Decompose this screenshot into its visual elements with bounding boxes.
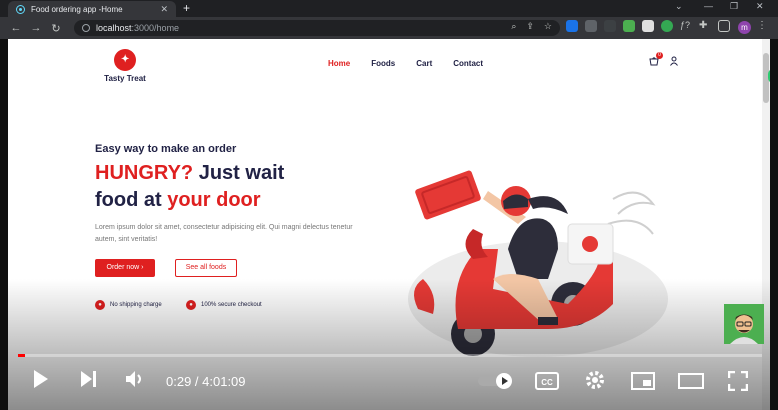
extension-icon-1[interactable]: [566, 20, 578, 32]
svg-text:CC: CC: [541, 378, 553, 387]
reload-icon[interactable]: ↻: [46, 22, 66, 35]
page-scrollbar[interactable]: [762, 39, 770, 410]
share-icon[interactable]: ⇪: [526, 21, 534, 32]
close-tab-icon[interactable]: ✕: [160, 4, 168, 15]
puzzle-icon[interactable]: ✚: [699, 20, 711, 32]
react-icon: [16, 4, 25, 14]
nav-foods[interactable]: Foods: [371, 59, 395, 68]
url-path: :3000/home: [131, 23, 180, 33]
feature-shipping: ● No shipping charge: [95, 300, 162, 310]
feature-secure-label: 100% secure checkout: [201, 302, 262, 308]
main-nav: Home Foods Cart Contact: [328, 59, 483, 68]
closed-captions-icon[interactable]: CC: [535, 372, 559, 390]
next-video-icon[interactable]: [80, 369, 98, 389]
autoplay-toggle[interactable]: [478, 372, 514, 390]
video-progress-bar[interactable]: [18, 354, 762, 357]
play-icon[interactable]: [32, 369, 50, 389]
delivery-scooter-illustration: [408, 170, 668, 357]
extension-icon-5[interactable]: [642, 20, 654, 32]
close-window-button[interactable]: ✕: [756, 1, 764, 12]
headline-just-wait: Just wait: [193, 162, 285, 184]
address-bar[interactable]: localhost :3000/home ⌕ ⇪ ☆: [74, 20, 560, 36]
headline-hungry: HUNGRY?: [95, 162, 194, 184]
hero-eyebrow: Easy way to make an order: [95, 143, 237, 155]
miniplayer-icon[interactable]: [631, 372, 655, 390]
brand-name: Tasty Treat: [104, 74, 146, 83]
new-tab-button[interactable]: +: [183, 1, 190, 15]
shield-check-icon: ●: [186, 300, 196, 310]
menu-icon[interactable]: ⋮: [757, 20, 769, 32]
info-icon[interactable]: [82, 24, 90, 32]
nav-home[interactable]: Home: [328, 59, 350, 68]
url-host: localhost: [96, 23, 132, 33]
fullscreen-icon[interactable]: [728, 371, 748, 391]
feature-shipping-label: No shipping charge: [110, 302, 162, 308]
order-now-button[interactable]: Order now ›: [95, 259, 155, 277]
hero-description: Lorem ipsum dolor sit amet, consectetur …: [95, 224, 353, 243]
extension-icon-4[interactable]: [623, 20, 635, 32]
profile-avatar[interactable]: m: [738, 21, 751, 34]
video-player[interactable]: ✦ Tasty Treat Home Foods Cart Contact 0 …: [8, 39, 770, 410]
extension-icon-3[interactable]: [604, 20, 616, 32]
settings-gear-icon[interactable]: [584, 369, 606, 391]
forward-icon[interactable]: →: [26, 22, 46, 34]
hero-headline: HUNGRY? Just wait food at your door: [95, 160, 284, 214]
zoom-icon[interactable]: ⌕: [511, 21, 516, 32]
side-panel-icon[interactable]: [718, 20, 730, 32]
maximize-button[interactable]: ❐: [730, 1, 738, 12]
theater-mode-icon[interactable]: [678, 372, 704, 390]
see-all-foods-button[interactable]: See all foods: [175, 259, 237, 277]
user-icon[interactable]: [669, 56, 679, 66]
bookmark-star-icon[interactable]: ☆: [544, 21, 552, 32]
presenter-avatar-thumbnail: [724, 304, 764, 344]
headline-your-door: your door: [167, 189, 261, 211]
car-icon: ●: [95, 300, 105, 310]
video-time: 0:29 / 4:01:09: [166, 374, 246, 389]
browser-tabbar: Food ordering app -Home ✕ + ⌄ — ❐ ✕: [0, 0, 778, 17]
browser-toolbar: ← → ↻ localhost :3000/home ⌕ ⇪ ☆ ƒ? ✚ m …: [0, 17, 778, 39]
nav-contact[interactable]: Contact: [453, 59, 483, 68]
headline-food-at: food at: [95, 189, 168, 211]
tab-search-icon[interactable]: ⌄: [675, 1, 683, 12]
browser-tab[interactable]: Food ordering app -Home ✕: [8, 1, 176, 17]
brand-logo[interactable]: ✦ Tasty Treat: [100, 49, 150, 83]
logo-icon: ✦: [114, 49, 136, 71]
volume-icon[interactable]: [125, 369, 145, 389]
video-progress-fill: [18, 354, 26, 357]
tab-title: Food ordering app -Home: [31, 4, 123, 14]
cart-count-badge: 0: [656, 52, 663, 59]
back-icon[interactable]: ←: [6, 22, 26, 34]
nav-cart[interactable]: Cart: [416, 59, 432, 68]
screen: Food ordering app -Home ✕ + ⌄ — ❐ ✕ ← → …: [0, 0, 778, 410]
extension-icon-2[interactable]: [585, 20, 597, 32]
presenter-avatar: [724, 304, 764, 344]
feature-secure: ● 100% secure checkout: [186, 300, 262, 310]
extension-icon-7[interactable]: ƒ?: [680, 20, 692, 32]
cursor-indicator: [768, 69, 770, 83]
extension-icon-6[interactable]: [661, 20, 673, 32]
minimize-button[interactable]: —: [704, 1, 713, 11]
